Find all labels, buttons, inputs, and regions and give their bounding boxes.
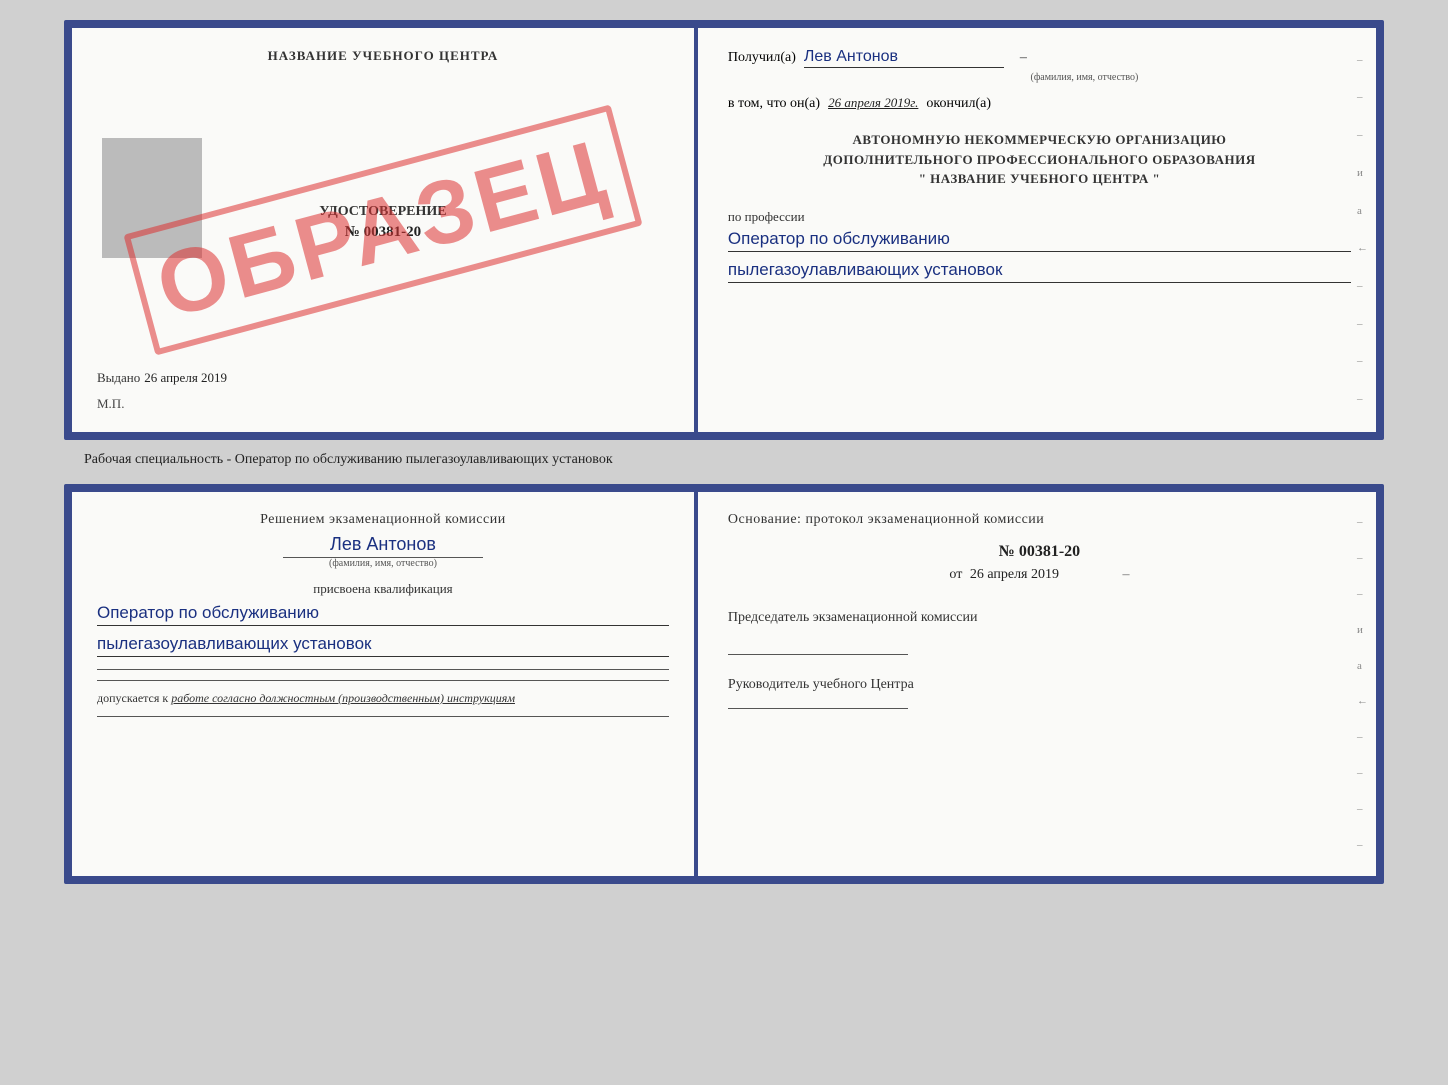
- qual-admission: допускается к работе согласно должностны…: [97, 691, 669, 706]
- cert-left-page: НАЗВАНИЕ УЧЕБНОГО ЦЕНТРА ОБРАЗЕЦ УДОСТОВ…: [72, 28, 698, 432]
- date-suffix: окончил(а): [926, 96, 991, 112]
- received-name: Лев Антонов: [804, 48, 1004, 68]
- admission-value: работе согласно должностным (производств…: [171, 691, 515, 705]
- profession-label: по профессии: [728, 209, 1351, 225]
- director-label: Руководитель учебного Центра: [728, 675, 1351, 695]
- qual-blank-line3: [97, 716, 669, 717]
- qualification-booklet: Решением экзаменационной комиссии Лев Ан…: [64, 484, 1384, 884]
- cert-issued-line: Выдано 26 апреля 2019: [97, 370, 669, 386]
- qual-blank-line2: [97, 680, 669, 681]
- basis-label: Основание: протокол экзаменационной коми…: [728, 512, 1351, 528]
- specialty-label: Рабочая специальность - Оператор по обсл…: [84, 452, 613, 468]
- date-line: в том, что он(а) 26 апреля 2019г. окончи…: [728, 95, 1351, 112]
- org-line1: АВТОНОМНУЮ НЕКОММЕРЧЕСКУЮ ОРГАНИЗАЦИЮ: [728, 130, 1351, 150]
- basis-date: от 26 апреля 2019 –: [728, 567, 1351, 583]
- cert-issued-area: Выдано 26 апреля 2019 М.П.: [97, 360, 669, 412]
- cert-doc-label: УДОСТОВЕРЕНИЕ: [97, 204, 669, 220]
- chairman-signature-line: [728, 654, 908, 655]
- org-line3: " НАЗВАНИЕ УЧЕБНОГО ЦЕНТРА ": [728, 169, 1351, 189]
- director-signature-line: [728, 708, 908, 709]
- qual-profession2: пылегазоулавливающих установок: [97, 634, 669, 657]
- profession-value1: Оператор по обслуживанию: [728, 229, 1351, 252]
- cert-doc-number: № 00381-20: [97, 224, 669, 241]
- cert-title: НАЗВАНИЕ УЧЕБНОГО ЦЕНТРА: [97, 48, 669, 64]
- cert-issued-date: 26 апреля 2019: [144, 370, 227, 386]
- fio-label-top: (фамилия, имя, отчество): [818, 72, 1351, 83]
- date-value: 26 апреля 2019г.: [828, 95, 918, 111]
- received-prefix: Получил(а): [728, 50, 796, 66]
- date-prefix: в том, что он(а): [728, 96, 820, 112]
- qual-decision-label: Решением экзаменационной комиссии: [97, 512, 669, 528]
- qual-right-page: Основание: протокол экзаменационной коми…: [698, 492, 1376, 876]
- qual-profession1: Оператор по обслуживанию: [97, 603, 669, 626]
- admission-prefix: допускается к: [97, 691, 168, 705]
- top-certificate-booklet: НАЗВАНИЕ УЧЕБНОГО ЦЕНТРА ОБРАЗЕЦ УДОСТОВ…: [64, 20, 1384, 440]
- cert-right-page: Получил(а) Лев Антонов – (фамилия, имя, …: [698, 28, 1376, 432]
- chairman-label: Председатель экзаменационной комиссии: [728, 608, 1351, 628]
- org-line2: ДОПОЛНИТЕЛЬНОГО ПРОФЕССИОНАЛЬНОГО ОБРАЗО…: [728, 150, 1351, 170]
- qual-assigned-label: присвоена квалификация: [97, 581, 669, 597]
- qual-right-edge-dashes: – – – и а ← – – – –: [1357, 492, 1368, 876]
- org-block: АВТОНОМНУЮ НЕКОММЕРЧЕСКУЮ ОРГАНИЗАЦИЮ ДО…: [728, 130, 1351, 189]
- qual-left-page: Решением экзаменационной комиссии Лев Ан…: [72, 492, 698, 876]
- mp-label: М.П.: [97, 396, 669, 412]
- received-line: Получил(а) Лев Антонов –: [728, 48, 1351, 68]
- profession-value2: пылегазоулавливающих установок: [728, 260, 1351, 283]
- qual-fio-label: (фамилия, имя, отчество): [283, 557, 483, 569]
- basis-number: № 00381-20: [728, 543, 1351, 561]
- right-edge-dashes: – – – и а ← – – – –: [1357, 28, 1368, 432]
- basis-date-prefix: от: [949, 567, 962, 582]
- basis-date-value: 26 апреля 2019: [970, 567, 1059, 582]
- qual-person-name: Лев Антонов: [97, 534, 669, 555]
- cert-issued-label: Выдано: [97, 370, 140, 386]
- document-wrapper: НАЗВАНИЕ УЧЕБНОГО ЦЕНТРА ОБРАЗЕЦ УДОСТОВ…: [64, 20, 1384, 884]
- qual-blank-line1: [97, 669, 669, 670]
